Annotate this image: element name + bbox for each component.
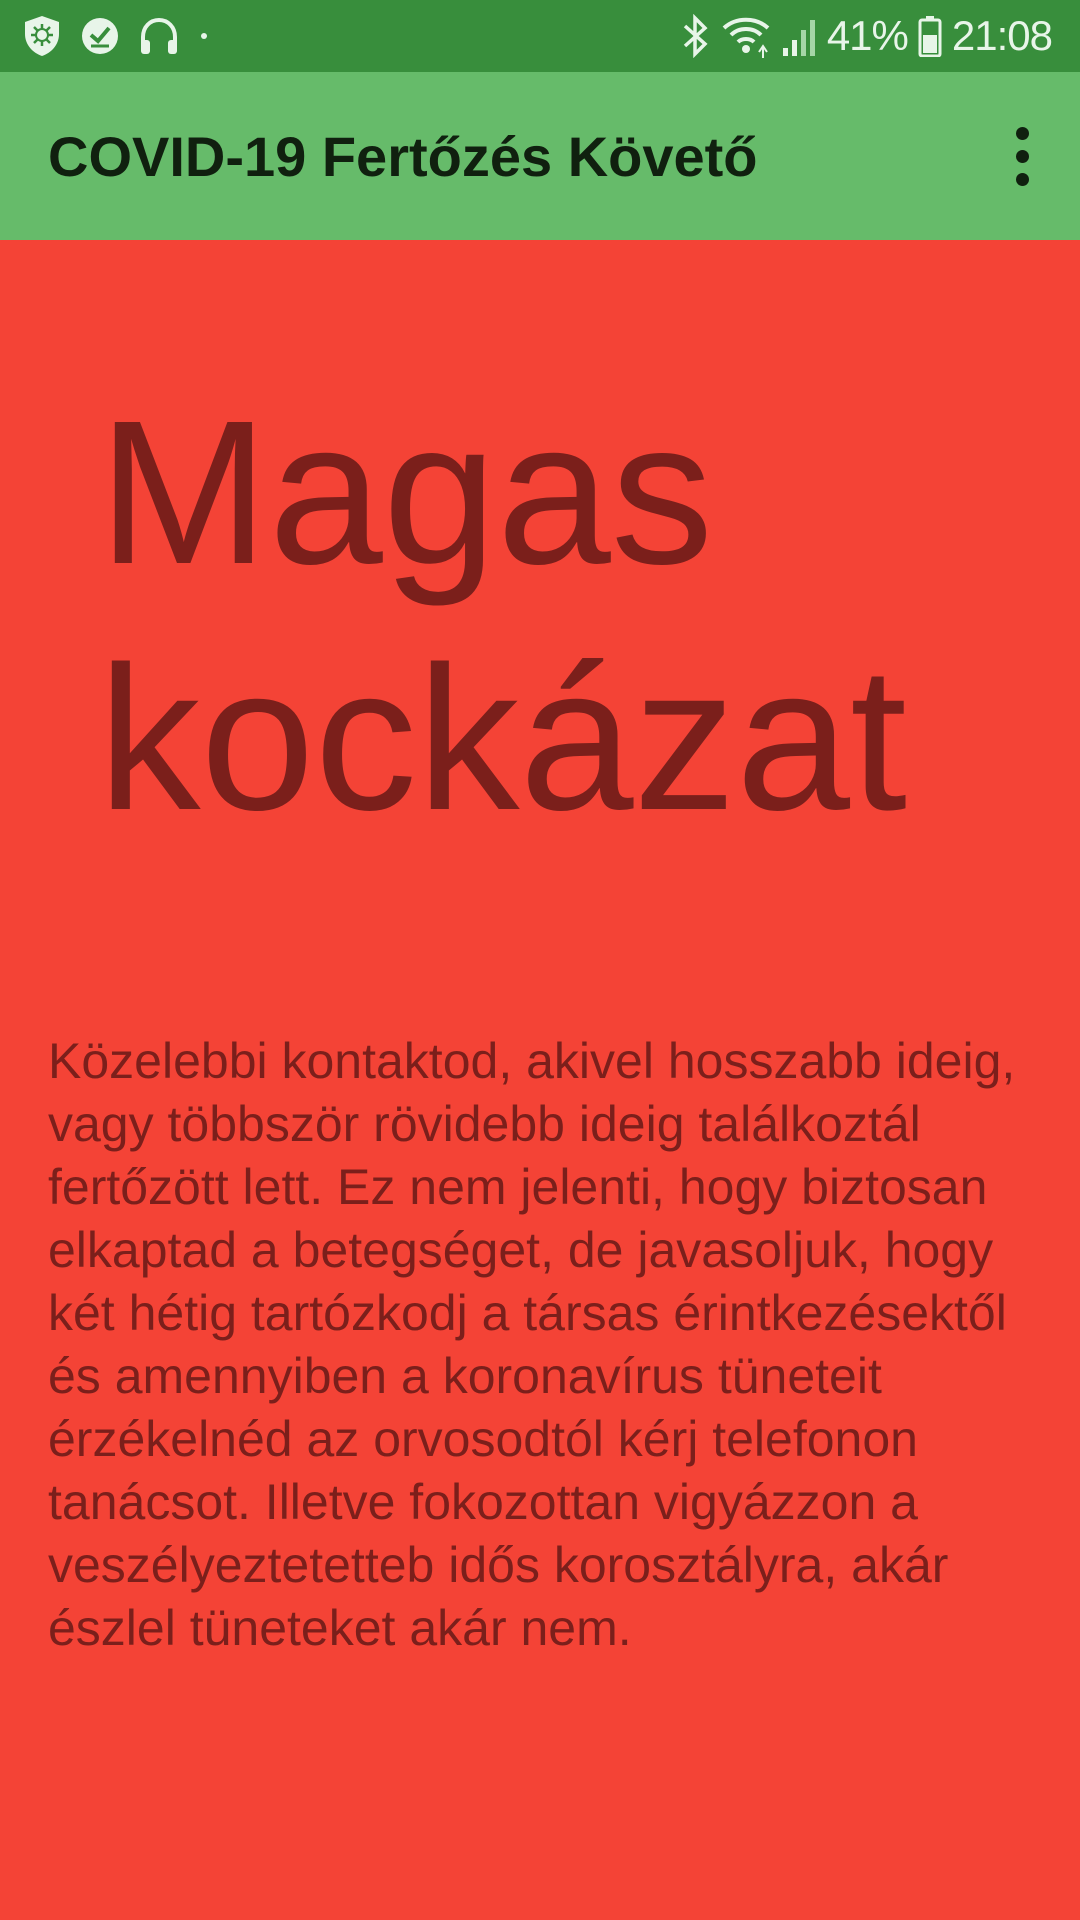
menu-dot: [1015, 126, 1029, 140]
status-bar: 41% 21:08: [0, 0, 1080, 72]
more-vert-icon[interactable]: [994, 116, 1050, 196]
menu-dot: [1015, 172, 1029, 186]
risk-description: Közelebbi kontaktod, akivel hosszabb ide…: [48, 1033, 1016, 1656]
menu-dot: [1015, 149, 1029, 163]
shield-icon: [22, 14, 62, 58]
status-bar-right: 41% 21:08: [669, 12, 1053, 60]
bluetooth-icon: [679, 14, 711, 58]
status-bar-left: [22, 14, 228, 58]
battery-icon: [918, 15, 942, 57]
dot-icon: [198, 30, 210, 42]
app-title: COVID-19 Fertőzés Követő: [48, 124, 758, 188]
risk-level-heading: Magas kockázat: [98, 378, 907, 853]
clock: 21:08: [951, 12, 1053, 59]
check-badge-icon: [80, 16, 120, 56]
app-toolbar: COVID-19 Fertőzés Követő: [0, 72, 1080, 240]
wifi-icon: [721, 14, 771, 58]
headphones-icon: [138, 16, 180, 56]
battery-percentage: 41%: [826, 12, 909, 59]
signal-icon: [781, 16, 817, 56]
